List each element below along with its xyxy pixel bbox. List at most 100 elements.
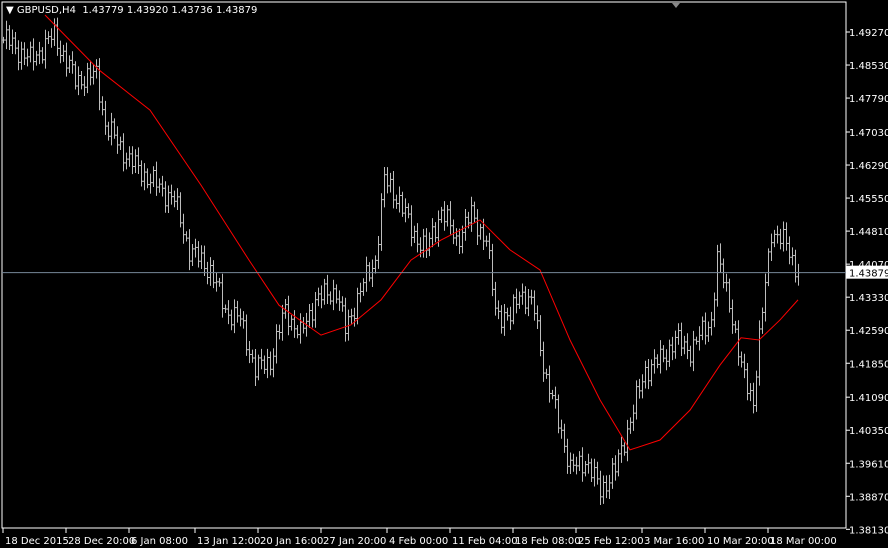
- ohlc-bar: [35, 50, 38, 66]
- ohlc-bar: [722, 258, 725, 289]
- ohlc-bar: [128, 146, 131, 167]
- ohlc-bar: [668, 339, 671, 367]
- ohlc-bar: [788, 236, 791, 265]
- ohlc-bar: [542, 341, 545, 382]
- ohlc-bar: [497, 300, 500, 320]
- ohlc-bar: [449, 201, 452, 235]
- x-tick-label: 11 Feb 04:00: [452, 536, 518, 547]
- ohlc-bar: [443, 201, 446, 231]
- y-tick-label: 1.47030: [849, 128, 888, 139]
- ohlc-bar: [584, 460, 587, 477]
- ohlc-bar: [491, 243, 494, 297]
- ohlc-bar: [167, 185, 170, 214]
- ohlc-bar: [641, 374, 644, 399]
- ohlc-bar: [650, 359, 653, 387]
- ohlc-bar: [380, 193, 383, 251]
- ohlc-bar: [563, 423, 566, 453]
- ohlc-bar: [557, 394, 560, 434]
- ohlc-bar: [506, 307, 509, 321]
- chart-shift-marker-icon[interactable]: [672, 3, 680, 8]
- ohlc-bar: [395, 194, 398, 209]
- ohlc-bar: [50, 28, 53, 48]
- ohlc-bar: [488, 232, 491, 259]
- ohlc-bar: [143, 163, 146, 191]
- ohlc-bar: [77, 66, 80, 96]
- ohlc-bar: [341, 296, 344, 312]
- ohlc-bar: [656, 354, 659, 369]
- chart-window[interactable]: 1.49270 1.48530 1.47790 1.47030 1.46290 1.455…: [0, 0, 888, 548]
- x-tick-label: 10 Mar 20:00: [707, 536, 774, 547]
- ohlc-bar: [74, 61, 77, 90]
- ohlc-bar: [608, 474, 611, 499]
- ohlc-bar: [719, 243, 722, 273]
- ohlc-bar: [728, 278, 731, 313]
- ohlc-bar: [155, 161, 158, 196]
- ohlc-bar: [104, 100, 107, 135]
- ohlc-bar: [593, 458, 596, 487]
- ohlc-bar: [422, 228, 425, 258]
- ohlc-bar: [530, 289, 533, 305]
- ohlc-bar: [272, 348, 275, 378]
- ohlc-bar: [5, 20, 8, 50]
- ohlc-bar: [218, 277, 221, 287]
- current-price-label: 1.43879: [849, 269, 888, 280]
- ohlc-bar: [617, 449, 620, 477]
- ohlc-bar: [518, 291, 521, 309]
- ohlc-bar: [734, 320, 737, 334]
- ohlc-bar: [686, 333, 689, 360]
- ohlc-bar: [398, 186, 401, 213]
- x-tick-label: 18 Feb 08:00: [515, 536, 581, 547]
- ohlc-bar: [134, 149, 137, 174]
- ohlc-bar: [299, 313, 302, 344]
- ohlc-bar: [101, 96, 104, 116]
- high-price: 1.43920: [126, 5, 169, 16]
- ohlc-bar: [146, 168, 149, 189]
- ohlc-bar: [254, 348, 257, 386]
- close-price: 1.43879: [215, 5, 258, 16]
- ohlc-bar: [200, 245, 203, 270]
- ohlc-bar: [20, 41, 23, 70]
- ohlc-bar: [731, 299, 734, 334]
- ohlc-bar: [500, 305, 503, 334]
- ohlc-bar: [521, 283, 524, 305]
- chart-header: ▼ GBPUSD,H4 1.43779 1.43920 1.43736 1.43…: [6, 5, 257, 16]
- ohlc-bar: [389, 172, 392, 193]
- ohlc-bar: [797, 263, 800, 286]
- price-chart[interactable]: 1.49270 1.48530 1.47790 1.47030 1.46290 1.455…: [0, 0, 888, 548]
- symbol-label: GBPUSD,H4: [16, 5, 76, 16]
- ohlc-bar: [659, 340, 662, 374]
- y-tick-label: 1.48530: [849, 61, 888, 72]
- ohlc-bar: [212, 260, 215, 289]
- ohlc-bar: [131, 146, 134, 175]
- ohlc-bar: [572, 453, 575, 472]
- ohlc-bar: [203, 245, 206, 277]
- ohlc-bar: [473, 201, 476, 223]
- ohlc-bar: [653, 349, 656, 374]
- ohlc-bar: [86, 62, 89, 94]
- ohlc-bar: [713, 292, 716, 328]
- ohlc-bar: [311, 302, 314, 328]
- ohlc-bar: [536, 305, 539, 329]
- ohlc-bar: [770, 233, 773, 261]
- ohlc-bar: [470, 196, 473, 232]
- ohlc-bar: [260, 348, 263, 370]
- ohlc-bar: [359, 282, 362, 303]
- collapse-triangle-icon[interactable]: ▼: [6, 5, 17, 16]
- ohlc-bar: [704, 312, 707, 345]
- ohlc-bar: [626, 419, 629, 462]
- ohlc-bar: [161, 175, 164, 197]
- x-tick-label: 3 Mar 16:00: [644, 536, 704, 547]
- x-tick-label: 6 Jan 08:00: [131, 536, 188, 547]
- ohlc-bar: [257, 354, 260, 381]
- ohlc-bar: [689, 345, 692, 367]
- y-tick-label: 1.42590: [849, 326, 888, 337]
- ohlc-bar: [233, 299, 236, 334]
- ohlc-bar: [158, 178, 161, 193]
- ohlc-bar: [29, 41, 32, 63]
- ohlc-bar: [8, 25, 11, 51]
- ohlc-bar: [371, 259, 374, 288]
- ohlc-bar: [323, 278, 326, 305]
- ohlc-bar: [32, 38, 35, 71]
- ohlc-bar: [185, 231, 188, 242]
- y-tick-label: 1.45550: [849, 194, 888, 205]
